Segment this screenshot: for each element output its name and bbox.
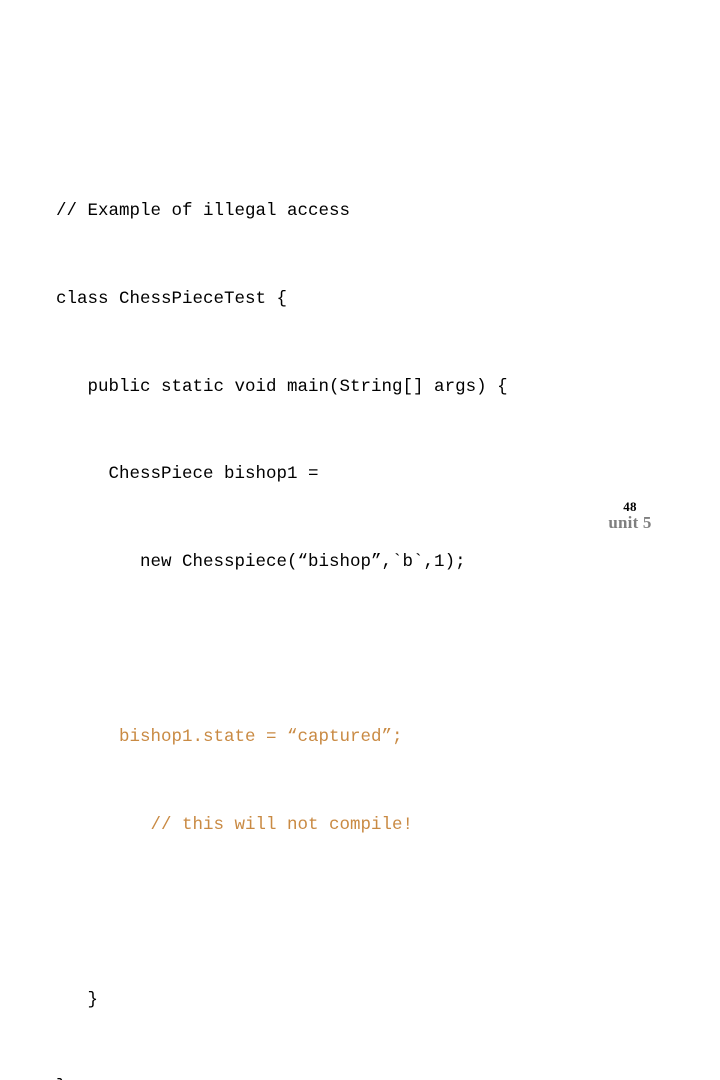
code-line: // Example of illegal access bbox=[56, 201, 351, 222]
slide-canvas: // Example of illegal access class Chess… bbox=[0, 0, 720, 1080]
slide-footer: 48 unit 5 bbox=[570, 498, 690, 533]
code-line: ChessPiece bishop1 = bbox=[56, 464, 319, 485]
code-line: class ChessPieceTest { bbox=[56, 289, 288, 309]
code-line: public static void main(String[] args) { bbox=[56, 376, 508, 397]
slide-number: 48 bbox=[623, 498, 637, 514]
code-line: } bbox=[56, 1073, 656, 1080]
code-line: } bbox=[56, 989, 99, 1010]
code-line-error: bishop1.state = “captured”; bbox=[56, 726, 403, 747]
unit-label: unit 5 bbox=[608, 513, 652, 533]
code-line: new Chesspiece(“bishop”,`b`,1); bbox=[56, 551, 466, 572]
code-line-error-comment: // this will not compile! bbox=[56, 814, 414, 835]
code-block: // Example of illegal access class Chess… bbox=[56, 139, 656, 1080]
